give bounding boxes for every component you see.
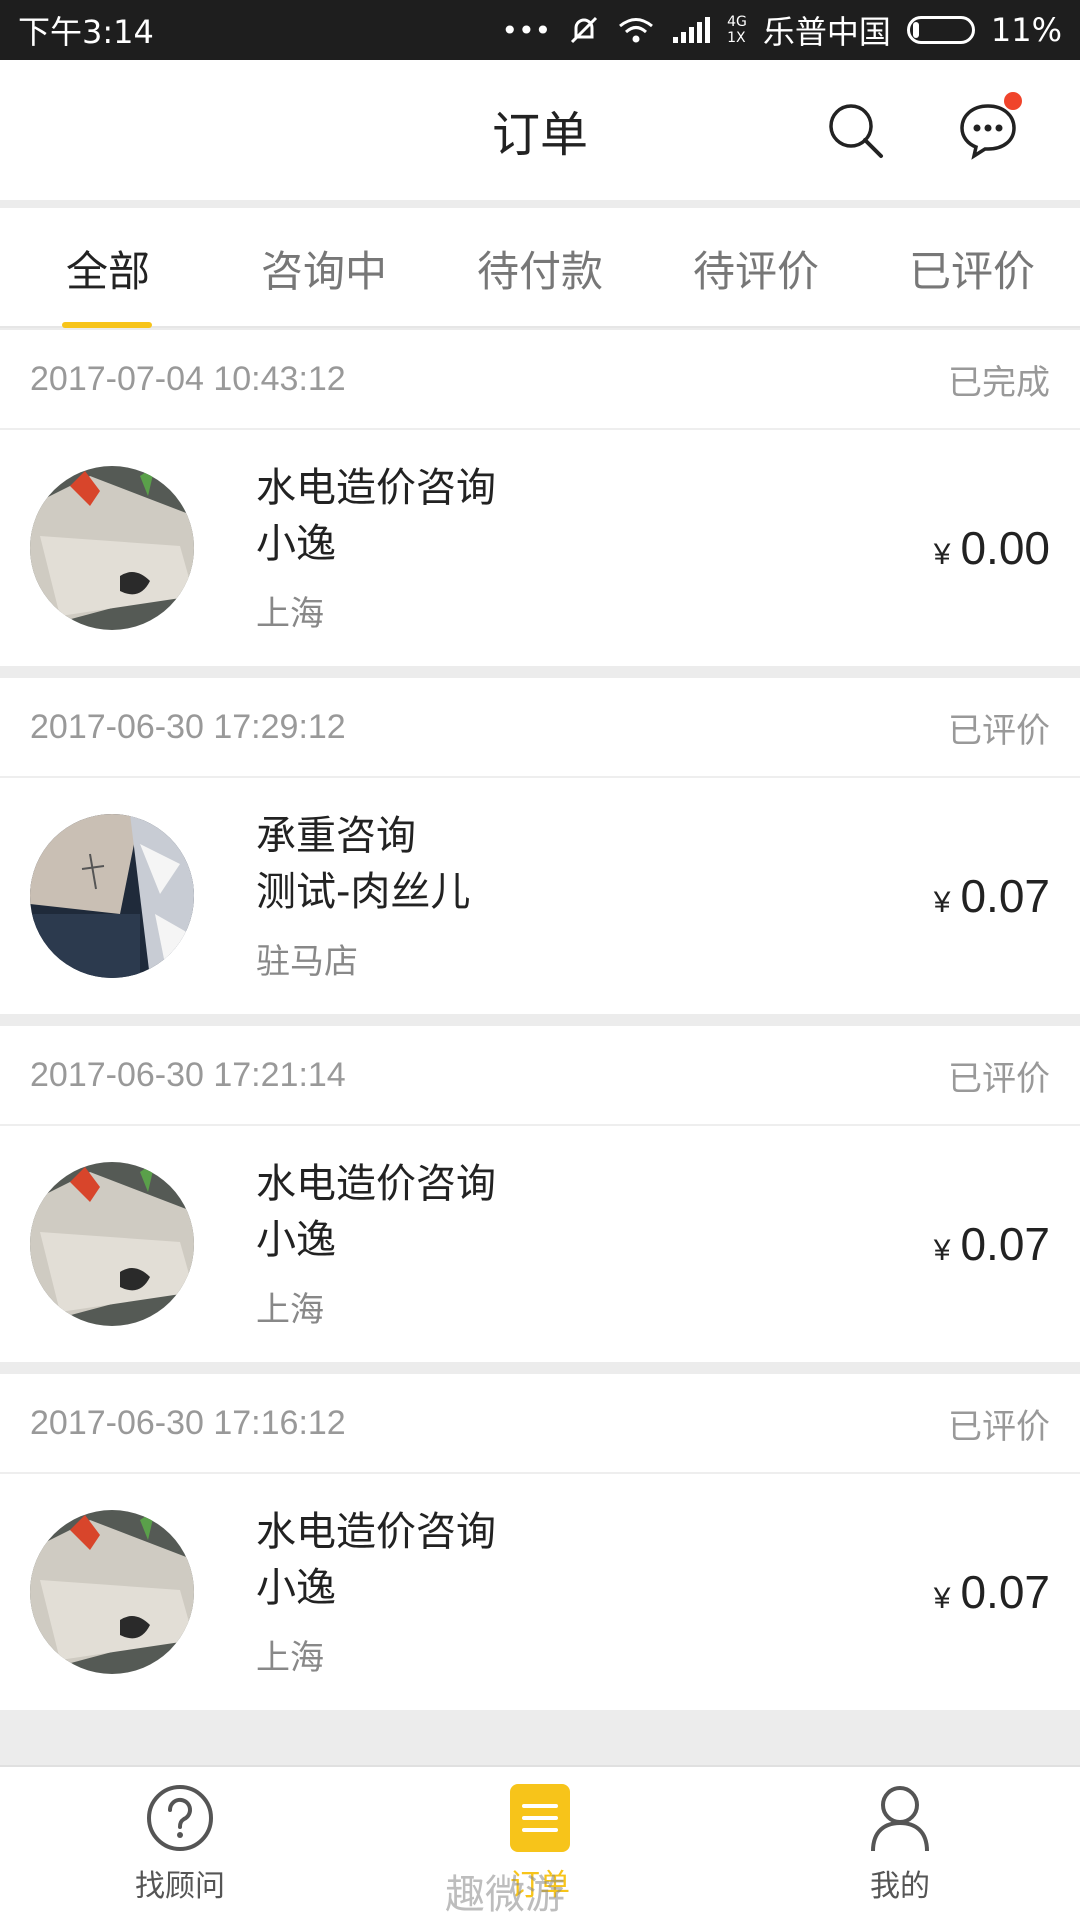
advisor-avatar — [30, 466, 194, 630]
status-time: 下午3:14 — [18, 13, 154, 51]
tab-all[interactable]: 全部 — [0, 208, 216, 328]
messages-button[interactable] — [958, 92, 1022, 160]
order-header: 2017-06-30 17:21:14 已评价 — [0, 1026, 1080, 1126]
price-amount: 0.00 — [960, 522, 1050, 574]
watermark: 趣微游 — [445, 1872, 565, 1918]
nav-find-advisor[interactable]: 找顾问 — [0, 1767, 360, 1920]
search-icon — [829, 104, 883, 158]
order-body: 水电造价咨询 小逸 上海 ¥ 0.07 — [0, 1474, 1080, 1710]
service-name: 承重咨询 — [256, 813, 416, 859]
page-title: 订单 — [491, 107, 588, 163]
order-list-icon — [510, 1783, 570, 1852]
battery-percent: 11% — [990, 11, 1062, 49]
order-card[interactable]: 2017-06-30 17:21:14 已评价 水电造价咨询 小逸 上海 ¥ 0… — [0, 1026, 1080, 1362]
order-status: 已评价 — [948, 711, 1050, 750]
network-type: 4G 1X — [727, 14, 747, 46]
nav-label: 找顾问 — [135, 1868, 225, 1904]
price-amount: 0.07 — [960, 1566, 1050, 1618]
nav-label: 我的 — [870, 1868, 930, 1904]
advisor-city: 上海 — [256, 594, 324, 634]
book-photo-icon — [30, 1162, 194, 1326]
advisor-name: 小逸 — [256, 521, 336, 567]
service-name: 水电造价咨询 — [256, 465, 496, 511]
order-tabs: 全部 咨询中 待付款 待评价 已评价 — [0, 208, 1080, 328]
signal-icon — [673, 17, 711, 43]
price-amount: 0.07 — [960, 1218, 1050, 1270]
advisor-city: 驻马店 — [256, 942, 358, 982]
mute-icon — [571, 16, 598, 44]
order-card[interactable]: 2017-06-30 17:16:12 已评价 水电造价咨询 小逸 上海 ¥ 0… — [0, 1374, 1080, 1710]
tab-consulting[interactable]: 咨询中 — [216, 208, 432, 328]
advisor-city: 上海 — [256, 1638, 324, 1678]
currency-symbol: ¥ — [933, 1234, 951, 1267]
arm-photo-icon — [30, 814, 194, 978]
order-header: 2017-06-30 17:29:12 已评价 — [0, 678, 1080, 778]
notification-badge — [1004, 92, 1022, 110]
advisor-avatar — [30, 1510, 194, 1674]
order-status: 已评价 — [948, 1407, 1050, 1446]
service-name: 水电造价咨询 — [256, 1161, 496, 1207]
order-price: ¥ 0.07 — [934, 869, 1050, 923]
order-header: 2017-06-30 17:16:12 已评价 — [0, 1374, 1080, 1474]
order-status: 已完成 — [948, 363, 1050, 402]
order-card[interactable]: 2017-07-04 10:43:12 已完成 水电造价咨询 小逸 上海 ¥ 0… — [0, 330, 1080, 666]
question-icon — [147, 1784, 213, 1851]
order-header: 2017-07-04 10:43:12 已完成 — [0, 330, 1080, 430]
order-datetime: 2017-06-30 17:16:12 — [30, 1403, 346, 1442]
tab-pending-review[interactable]: 待评价 — [648, 208, 864, 328]
carrier-name: 乐普中国 — [762, 13, 891, 51]
order-body: 水电造价咨询 小逸 上海 ¥ 0.07 — [0, 1126, 1080, 1362]
service-name: 水电造价咨询 — [256, 1509, 496, 1555]
order-price: ¥ 0.07 — [934, 1217, 1050, 1271]
order-datetime: 2017-06-30 17:29:12 — [30, 707, 346, 746]
advisor-name: 测试-肉丝儿 — [256, 869, 471, 915]
currency-symbol: ¥ — [933, 886, 951, 919]
book-photo-icon — [30, 466, 194, 630]
advisor-name: 小逸 — [256, 1217, 336, 1263]
order-info: 水电造价咨询 小逸 上海 — [256, 460, 496, 636]
book-photo-icon — [30, 1510, 194, 1674]
more-dots-icon: ••• — [501, 13, 552, 47]
price-amount: 0.07 — [960, 870, 1050, 922]
user-icon — [871, 1785, 929, 1851]
order-body: 水电造价咨询 小逸 上海 ¥ 0.00 — [0, 430, 1080, 666]
order-price: ¥ 0.07 — [934, 1565, 1050, 1619]
advisor-name: 小逸 — [256, 1565, 336, 1611]
tab-pending-payment[interactable]: 待付款 — [432, 208, 648, 328]
tab-reviewed[interactable]: 已评价 — [864, 208, 1080, 328]
wifi-icon — [619, 18, 654, 43]
currency-symbol: ¥ — [933, 538, 951, 571]
status-indicators: ••• 4G 1X 乐普中国 11% — [502, 7, 1062, 53]
order-body: 承重咨询 测试-肉丝儿 驻马店 ¥ 0.07 — [0, 778, 1080, 1014]
order-info: 水电造价咨询 小逸 上海 — [256, 1156, 496, 1332]
nav-mine[interactable]: 我的 — [720, 1767, 1080, 1920]
advisor-avatar — [30, 1162, 194, 1326]
search-button[interactable] — [825, 100, 885, 160]
advisor-city: 上海 — [256, 1290, 324, 1330]
currency-symbol: ¥ — [933, 1582, 951, 1615]
battery-icon — [906, 16, 975, 44]
order-price: ¥ 0.00 — [934, 521, 1050, 575]
advisor-avatar — [30, 814, 194, 978]
order-info: 水电造价咨询 小逸 上海 — [256, 1504, 496, 1680]
status-bar: 下午3:14 ••• 4G 1X 乐普中国 11% — [0, 0, 1080, 60]
order-datetime: 2017-07-04 10:43:12 — [30, 359, 346, 398]
order-status: 已评价 — [948, 1059, 1050, 1098]
order-card[interactable]: 2017-06-30 17:29:12 已评价 承重咨询 测试-肉丝儿 驻马店 … — [0, 678, 1080, 1014]
order-info: 承重咨询 测试-肉丝儿 驻马店 — [256, 808, 470, 984]
app-header: 订单 — [0, 60, 1080, 200]
order-list: 2017-07-04 10:43:12 已完成 水电造价咨询 小逸 上海 ¥ 0… — [0, 330, 1080, 1722]
order-datetime: 2017-06-30 17:21:14 — [30, 1055, 346, 1094]
